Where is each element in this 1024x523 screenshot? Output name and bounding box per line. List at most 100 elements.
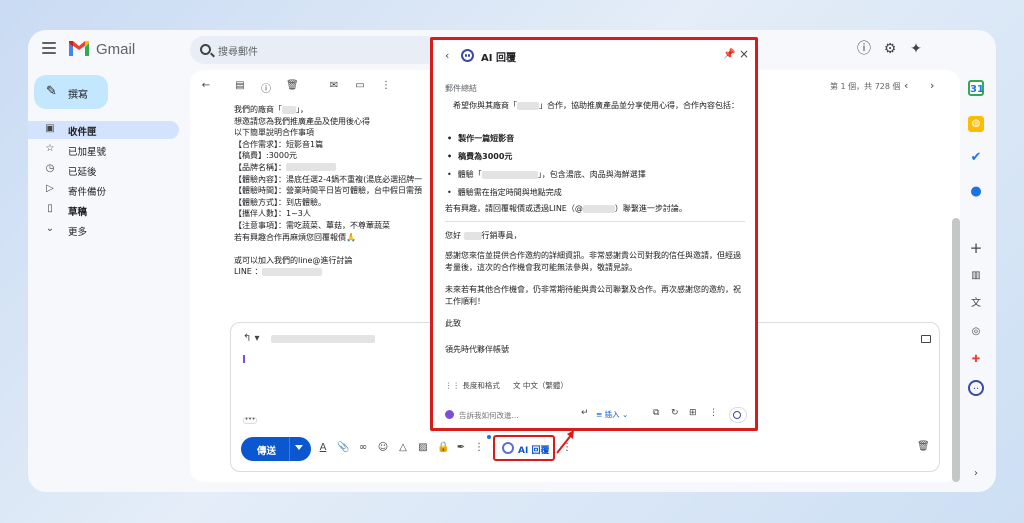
more-vert-icon[interactable]: ⋮ xyxy=(380,80,392,91)
close-icon[interactable]: × xyxy=(739,47,749,61)
more-vert-icon[interactable]: ⋮ xyxy=(709,408,718,418)
archive-icon[interactable]: ▤ xyxy=(234,80,246,91)
menu-icon[interactable] xyxy=(42,42,56,54)
link-icon[interactable]: ∞ xyxy=(357,442,369,453)
compose-label: 撰寫 xyxy=(68,90,88,101)
sidebar-item-more[interactable]: ⌄ 更多 xyxy=(28,221,179,239)
mail-body: 我們的廠商「」， 想邀請您為我們推廣產品及使用後心得 以下簡單說明合作事項 【合… xyxy=(234,105,423,277)
text-cursor xyxy=(243,355,245,363)
next-page-icon[interactable]: › xyxy=(930,79,934,92)
language-control[interactable]: 文 中文（繁體） xyxy=(513,380,568,391)
more-options-icon[interactable]: ⋮ xyxy=(473,442,485,453)
body-line: 我們的廠商「 xyxy=(234,105,282,114)
sidebar-item-inbox[interactable]: ▣ 收件匣 xyxy=(28,121,179,139)
book-icon[interactable]: ▥ xyxy=(968,268,984,284)
discard-draft-icon[interactable]: 🗑 xyxy=(917,441,930,452)
sidebar-item-label: 已加星號 xyxy=(68,147,107,158)
draft-icon: ▯ xyxy=(47,203,53,214)
prev-page-icon[interactable]: ‹ xyxy=(904,79,908,92)
refine-input[interactable] xyxy=(459,408,577,422)
move-to-icon[interactable]: ▭ xyxy=(354,80,366,91)
contacts-icon[interactable]: ● xyxy=(968,184,984,200)
summary-outro: 若有興趣，請回覆報價或透過LINE（@ ）聯繫進一步討論。 xyxy=(445,203,745,215)
attach-icon[interactable]: 📎 xyxy=(337,442,349,453)
back-icon[interactable]: ‹ xyxy=(445,49,449,62)
signature-icon[interactable]: ✒ xyxy=(455,442,467,453)
body-line: 【合作需求】：短影音1篇 xyxy=(234,139,324,149)
translate-icon: 文 xyxy=(513,381,523,390)
help-icon[interactable]: ⓘ xyxy=(856,41,872,57)
ai-reply-label: AI 回覆 xyxy=(518,446,550,456)
ai-panel-title: AI 回覆 xyxy=(481,53,516,64)
show-trimmed-content-button[interactable]: ••• xyxy=(243,417,257,424)
search-icon[interactable] xyxy=(200,44,211,55)
summary-intro-b: 」合作，協助推廣產品並分享使用心得，合作內容包括： xyxy=(539,101,739,110)
mark-unread-icon[interactable]: ✉ xyxy=(328,80,340,91)
calendar-icon[interactable]: 31 xyxy=(968,80,984,96)
summary-bullet-suffix: 」，包含湯底、肉品與海鮮選擇 xyxy=(537,170,646,179)
addon-gmail-icon[interactable]: ✚ xyxy=(968,352,984,368)
emoji-icon[interactable]: ☺ xyxy=(377,442,389,453)
image-icon[interactable]: ▨ xyxy=(417,442,429,453)
expand-panel-icon[interactable]: › xyxy=(968,466,984,482)
sidebar-item-label: 更多 xyxy=(68,227,88,238)
length-style-control[interactable]: ⋮⋮ 長度和格式 xyxy=(445,380,500,391)
text-format-icon[interactable]: A xyxy=(317,442,329,453)
reply-paragraph: 感謝您來信並提供合作邀約的詳細資訊。非常感謝貴公司對我的信任與邀請，但經過考量後… xyxy=(445,251,741,272)
inbox-icon: ▣ xyxy=(45,123,55,134)
translate-icon[interactable]: 文 xyxy=(968,296,984,312)
sparkle-icon[interactable]: ✦ xyxy=(908,41,924,57)
pin-icon[interactable]: 📌 xyxy=(723,49,735,60)
regenerate-icon[interactable]: ↻ xyxy=(671,408,679,418)
ai-reply-button[interactable]: AI 回覆 xyxy=(493,435,555,461)
summary-bullet: 體驗「 」，包含湯底、肉品與海鮮選擇 xyxy=(447,169,646,180)
body-line xyxy=(234,243,422,255)
sidebar-item-label: 收件匣 xyxy=(68,127,97,138)
summary-bullet-text: 體驗「 xyxy=(457,170,482,179)
body-line: 【體驗內容】：湯底任選2-4鍋不重複(湯底必選招牌一 xyxy=(234,174,423,184)
reply-greeting: 您好 行銷專員， xyxy=(445,230,745,242)
body-line: 若有興趣合作再麻煩您回覆報價🙏 xyxy=(234,232,356,242)
insert-button[interactable]: ≡ 插入 ⌄ xyxy=(596,409,628,420)
pop-out-icon[interactable] xyxy=(921,335,931,343)
target-icon[interactable]: ◎ xyxy=(968,324,984,340)
recipient-field[interactable] xyxy=(271,335,375,343)
summary-intro: 希望你與其廠商「 」合作，協助推廣產品並分享使用心得，合作內容包括： xyxy=(445,100,745,112)
scrollbar[interactable] xyxy=(952,218,960,482)
ai-input-icon xyxy=(445,410,454,419)
sidebar-item-starred[interactable]: ☆ 已加星號 xyxy=(28,141,179,159)
save-icon[interactable]: ⊞ xyxy=(689,408,697,418)
enter-icon[interactable]: ↵ xyxy=(581,408,589,418)
search-input[interactable]: 搜尋郵件 xyxy=(218,43,258,58)
ai-assistant-rail-icon[interactable]: ·· xyxy=(968,380,984,396)
red-pointer-arrow-icon xyxy=(556,430,574,454)
body-line: LINE ： xyxy=(234,267,263,277)
tasks-icon[interactable]: ✔ xyxy=(968,150,984,166)
copy-icon[interactable]: ⧉ xyxy=(653,408,659,418)
body-line: 【注意事項】：需吃蔬菜、蕈菇，不尊葷蔬菜 xyxy=(234,220,390,230)
reply-arrow-icon[interactable]: ↰ ▾ xyxy=(243,333,260,344)
report-spam-icon[interactable]: ⓘ xyxy=(260,80,272,95)
sidebar-item-drafts[interactable]: ▯ 草稿 xyxy=(28,201,179,219)
keep-icon[interactable]: ◍ xyxy=(968,116,984,132)
sidebar-item-label: 寄件備份 xyxy=(68,187,107,198)
sidebar-item-sent[interactable]: ▷ 寄件備份 xyxy=(28,181,179,199)
back-arrow-icon[interactable]: ← xyxy=(200,80,212,91)
delete-icon[interactable]: 🗑 xyxy=(286,80,299,91)
page-count: 第 1 個，共 728 個 xyxy=(830,82,901,91)
send-options-icon[interactable] xyxy=(295,445,303,450)
insert-icon: ≡ xyxy=(596,410,605,419)
drive-icon[interactable]: △ xyxy=(397,442,409,453)
search-bar[interactable]: 搜尋郵件 xyxy=(190,36,440,64)
add-addon-icon[interactable]: + xyxy=(968,240,984,256)
gmail-logo-icon[interactable] xyxy=(68,39,90,57)
gear-icon[interactable]: ⚙ xyxy=(882,41,898,57)
sidebar-item-snoozed[interactable]: ◷ 已延後 xyxy=(28,161,179,179)
ai-reply-panel: ‹ AI 回覆 📌 × 郵件總結 希望你與其廠商「 」合作，協助推廣產品並分享使用… xyxy=(430,37,758,431)
lock-icon[interactable]: 🔒 xyxy=(437,442,449,453)
send-icon: ▷ xyxy=(46,183,54,194)
send-button[interactable]: 傳送 xyxy=(241,437,311,461)
compose-button[interactable]: ✎ 撰寫 xyxy=(34,75,108,109)
send-label: 傳送 xyxy=(257,446,277,457)
ai-model-select-icon[interactable] xyxy=(729,407,747,423)
